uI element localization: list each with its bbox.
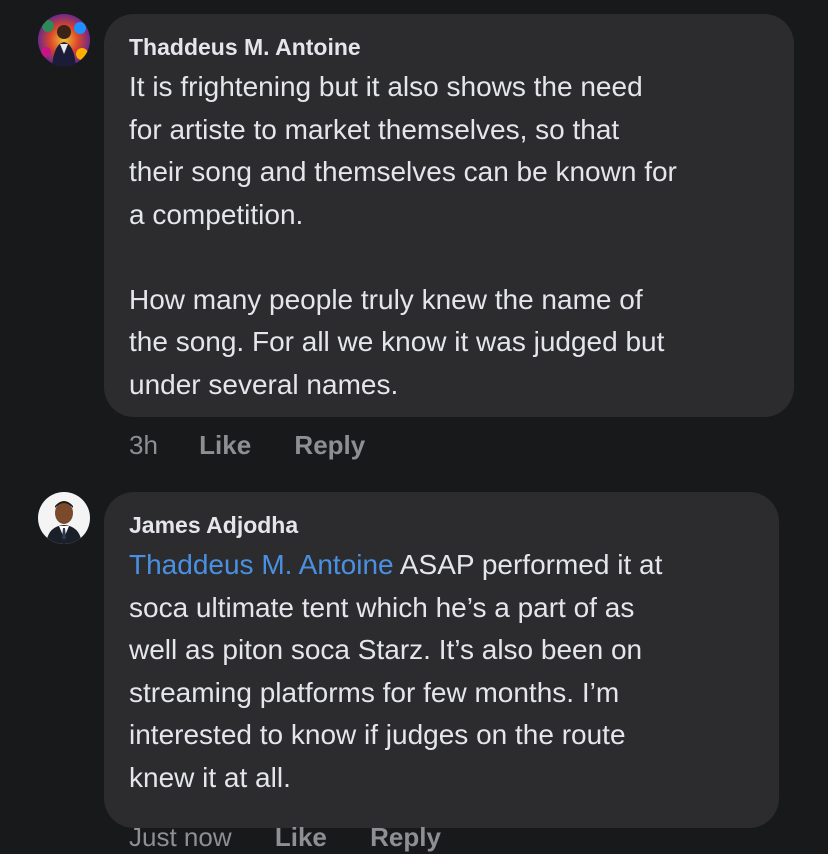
comment-thaddeus: Thaddeus M. Antoine It is frightening bu… <box>0 0 828 470</box>
comment-line: a competition. <box>129 198 304 230</box>
reply-button[interactable]: Reply <box>294 430 365 460</box>
comment-text: Thaddeus M. Antoine ASAP performed it at… <box>129 544 779 799</box>
comment-line-rest: ASAP performed it at <box>393 549 663 580</box>
comment-timestamp[interactable]: Just now <box>129 822 232 852</box>
comment-james: James Adjodha Thaddeus M. Antoine ASAP p… <box>0 470 828 854</box>
comment-author[interactable]: Thaddeus M. Antoine <box>129 33 794 61</box>
comment-timestamp[interactable]: 3h <box>129 430 158 460</box>
reply-button[interactable]: Reply <box>370 822 441 852</box>
comment-line: streaming platforms for few months. I’m <box>129 676 620 708</box>
comment-actions: Just now Like Reply <box>129 822 441 852</box>
like-button[interactable]: Like <box>199 430 251 460</box>
comment-actions: 3h Like Reply <box>129 430 365 460</box>
comment-line: knew it at all. <box>129 761 291 793</box>
avatar-photo-icon <box>38 14 90 66</box>
comment-line: for artiste to market themselves, so tha… <box>129 113 620 145</box>
comment-text: It is frightening but it also shows the … <box>129 66 794 406</box>
mention-link[interactable]: Thaddeus M. Antoine <box>129 549 394 580</box>
comment-line: How many people truly knew the name of <box>129 283 643 315</box>
comment-line: under several names. <box>129 368 399 400</box>
comment-line: soca ultimate tent which he’s a part of … <box>129 591 635 623</box>
comment-author[interactable]: James Adjodha <box>129 511 779 539</box>
comment-line: interested to know if judges on the rout… <box>129 719 626 750</box>
avatar-photo-icon <box>38 492 90 544</box>
avatar-james[interactable] <box>38 492 90 544</box>
comment-line: It is frightening but it also shows the … <box>129 71 643 102</box>
comment-bubble: James Adjodha Thaddeus M. Antoine ASAP p… <box>104 492 779 828</box>
avatar-thaddeus[interactable] <box>38 14 90 66</box>
comment-line: the song. For all we know it was judged … <box>129 326 665 357</box>
comment-line: well as piton soca Starz. It’s also been… <box>129 634 643 665</box>
comment-bubble: Thaddeus M. Antoine It is frightening bu… <box>104 14 794 417</box>
like-button[interactable]: Like <box>275 822 327 852</box>
comment-line: Thaddeus M. Antoine ASAP performed it at <box>129 544 779 587</box>
comment-line: their song and themselves can be known f… <box>129 156 677 187</box>
